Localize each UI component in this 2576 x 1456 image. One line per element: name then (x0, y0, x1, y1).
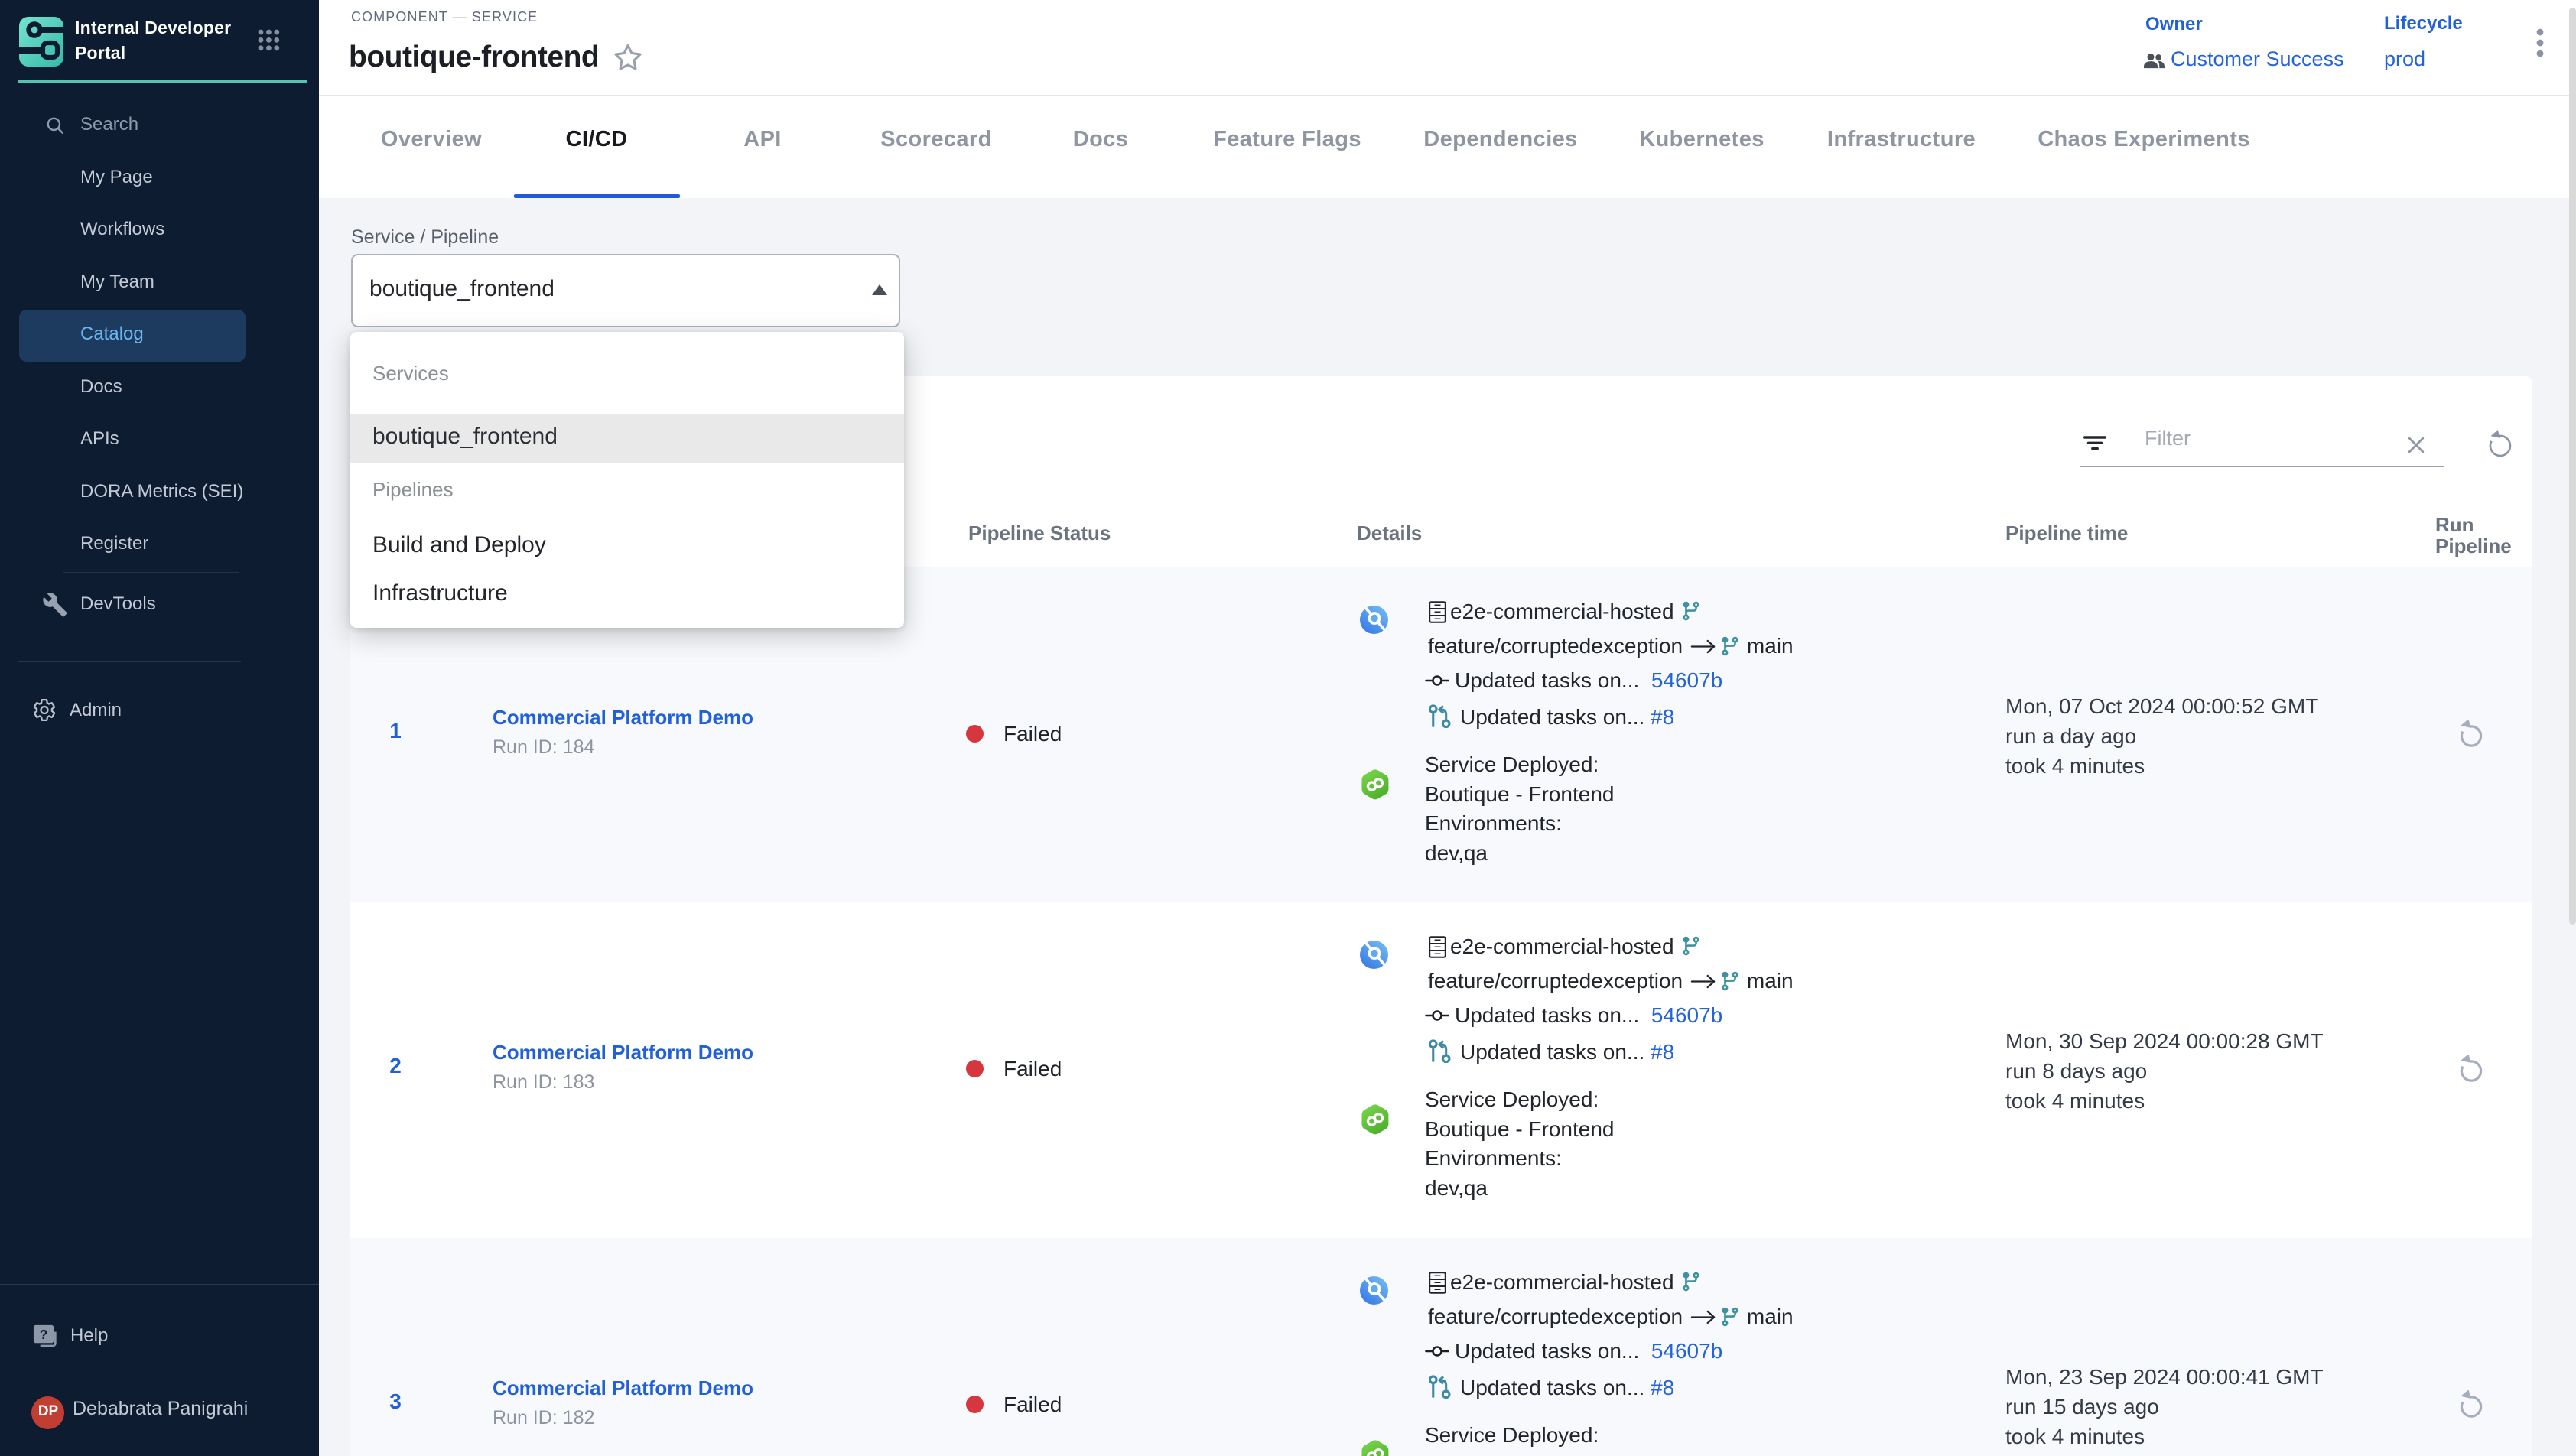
svg-text:?: ? (40, 1327, 48, 1342)
